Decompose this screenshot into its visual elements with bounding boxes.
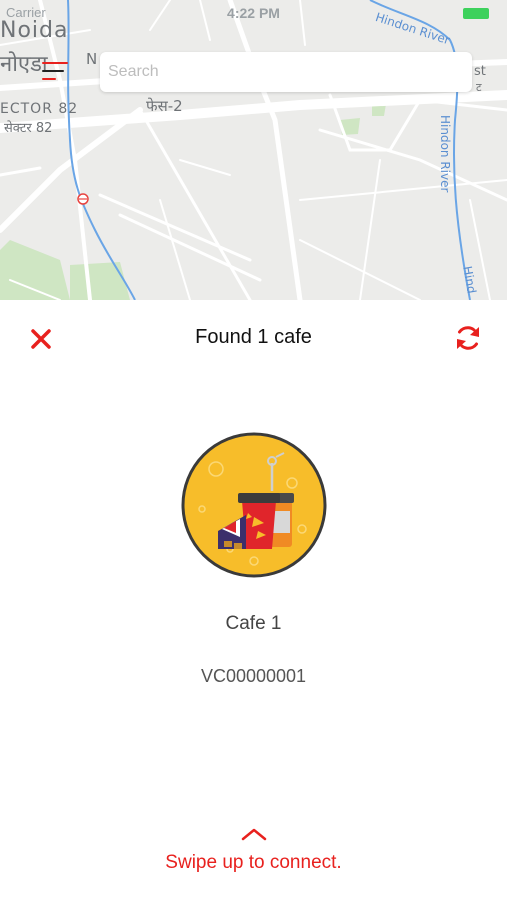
cafe-avatar[interactable] bbox=[180, 431, 328, 579]
status-time: 4:22 PM bbox=[227, 5, 280, 21]
cafe-code: VC00000001 bbox=[200, 666, 307, 686]
status-bar: Carrier 4:22 PM bbox=[0, 0, 507, 26]
search-input[interactable] bbox=[100, 52, 472, 92]
map-view[interactable]: Noida नोएडा ECTOR 82 सेक्टर 82 फेस-2 N H… bbox=[0, 0, 507, 300]
map-label-phase-2: फेस-2 bbox=[146, 97, 183, 115]
chevron-up-icon[interactable] bbox=[240, 826, 268, 842]
sheet-title: Found 1 cafe bbox=[195, 326, 312, 348]
map-label-est-hindi: ट bbox=[476, 81, 482, 94]
map-label-hindon-river-side: Hindon River bbox=[438, 115, 452, 193]
swipe-up-hint[interactable]: Swipe up to connect. bbox=[0, 852, 507, 874]
map-roads bbox=[0, 0, 507, 300]
battery-icon bbox=[463, 8, 489, 19]
search-box[interactable] bbox=[100, 52, 472, 92]
map-label-sector-82: ECTOR 82 bbox=[0, 101, 79, 117]
cafe-name: Cafe 1 bbox=[225, 613, 282, 634]
cafe-results-sheet[interactable]: Found 1 cafe Cafe 1 VC00000001 Swipe up … bbox=[0, 300, 507, 900]
menu-hamburger-icon[interactable] bbox=[42, 60, 68, 82]
map-label-n: N bbox=[86, 50, 98, 68]
refresh-button[interactable] bbox=[452, 322, 484, 354]
map-label-sector-82-hindi: सेक्टर 82 bbox=[4, 121, 53, 136]
cafe-snacks-icon bbox=[181, 432, 327, 578]
map-label-est: st bbox=[474, 64, 486, 79]
map-label-noida-hindi: नोएडा bbox=[0, 52, 48, 77]
refresh-icon bbox=[457, 326, 479, 350]
